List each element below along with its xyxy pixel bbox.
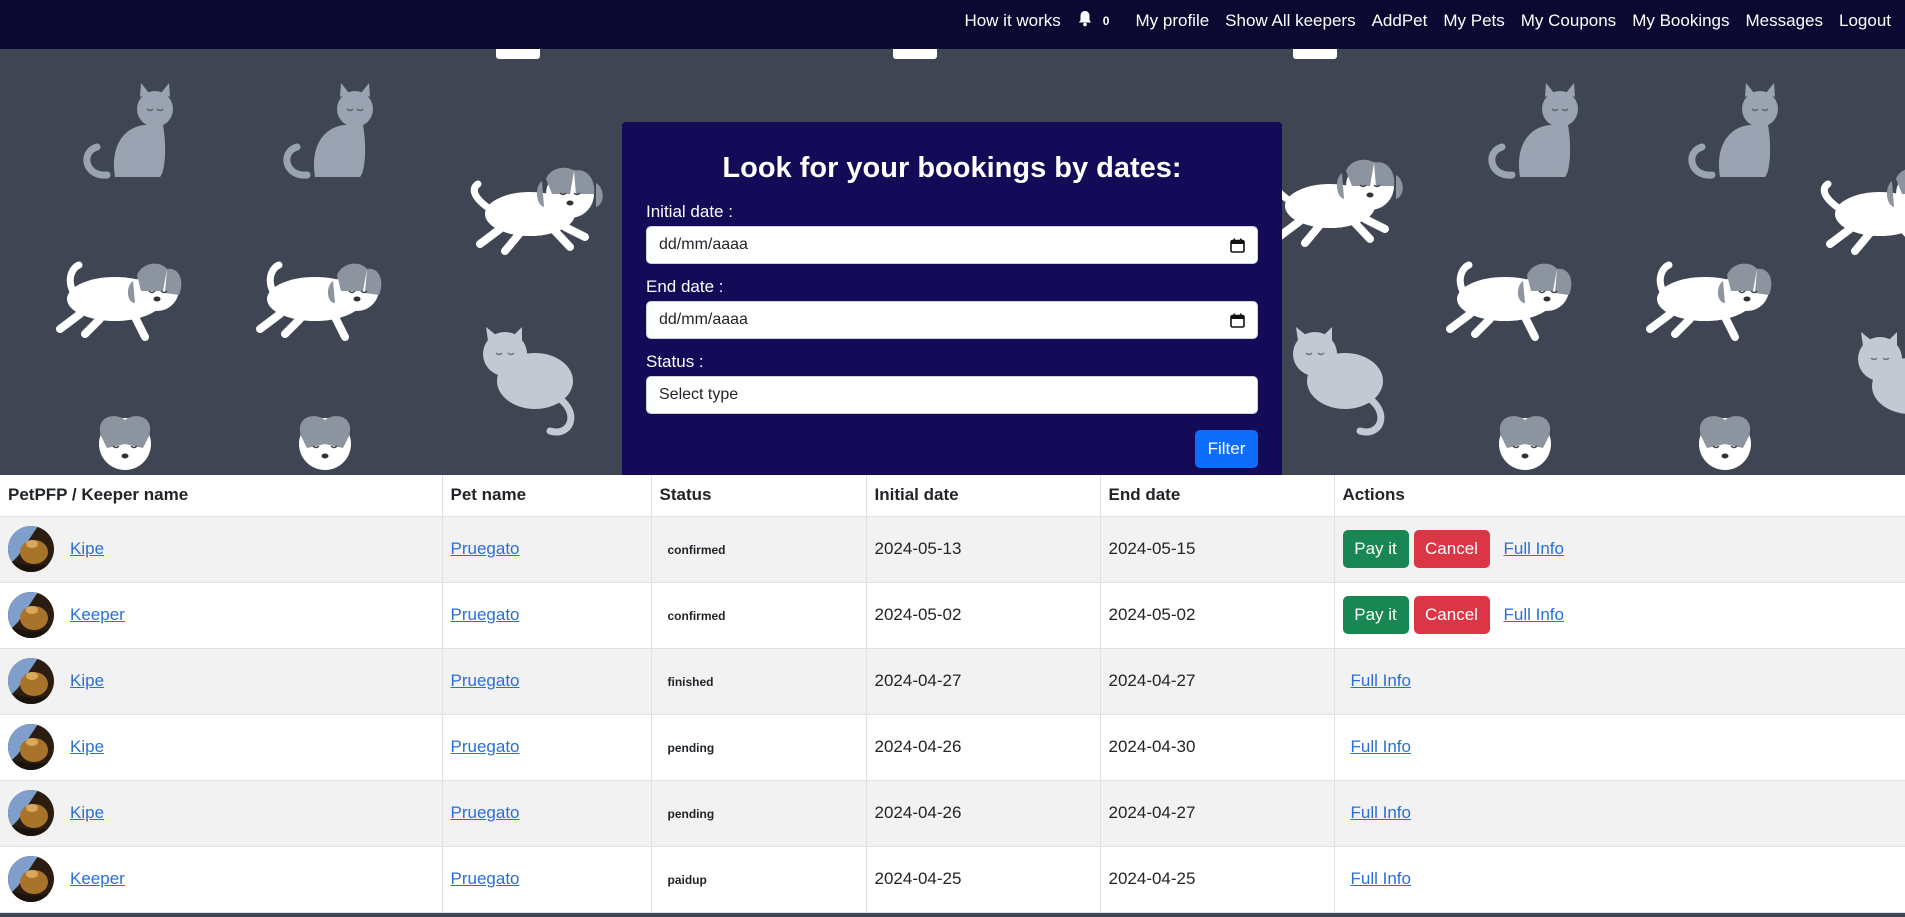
full-info-link[interactable]: Full Info	[1504, 539, 1564, 559]
keeper-link[interactable]: Kipe	[70, 671, 104, 691]
end-date-cell: 2024-04-27	[1100, 648, 1335, 715]
bookings-table-section: PetPFP / Keeper name Pet name Status Ini…	[0, 475, 1905, 917]
initial-date-cell: 2024-04-26	[866, 714, 1101, 781]
hero-section: Look for your bookings by dates: Initial…	[0, 49, 1905, 475]
status-badge: pending	[667, 741, 715, 755]
nav-my-bookings[interactable]: My Bookings	[1632, 11, 1729, 31]
cancel-button[interactable]: Cancel	[1413, 596, 1490, 634]
full-info-link[interactable]: Full Info	[1504, 605, 1564, 625]
calendar-icon[interactable]	[1230, 238, 1245, 253]
full-info-link[interactable]: Full Info	[1351, 737, 1411, 757]
initial-date-cell: 2024-04-27	[866, 648, 1101, 715]
pet-avatar	[8, 592, 54, 638]
keeper-link[interactable]: Kipe	[70, 803, 104, 823]
header-initial-date: Initial date	[866, 475, 1101, 517]
end-date-input[interactable]: dd/mm/aaaa	[646, 301, 1258, 339]
header-actions: Actions	[1334, 475, 1905, 517]
pay-button[interactable]: Pay it	[1342, 530, 1409, 568]
pet-link[interactable]: Pruegato	[451, 803, 520, 822]
status-badge: finished	[667, 675, 714, 689]
nav-notifications[interactable]: 0	[1077, 10, 1120, 32]
status-badge: paidup	[667, 873, 707, 887]
pet-avatar	[8, 790, 54, 836]
status-label: Status :	[646, 352, 704, 371]
header-keeper: PetPFP / Keeper name	[0, 475, 443, 517]
initial-date-cell: 2024-05-02	[866, 582, 1101, 649]
pay-button[interactable]: Pay it	[1342, 596, 1409, 634]
bookings-table: PetPFP / Keeper name Pet name Status Ini…	[0, 475, 1905, 913]
pet-avatar	[8, 856, 54, 902]
pet-link[interactable]: Pruegato	[451, 605, 520, 624]
end-date-value: dd/mm/aaaa	[659, 311, 748, 328]
table-header-row: PetPFP / Keeper name Pet name Status Ini…	[0, 475, 1905, 517]
full-info-link[interactable]: Full Info	[1351, 803, 1411, 823]
filter-title: Look for your bookings by dates:	[722, 152, 1182, 184]
table-row: Keeper Pruegato confirmed 2024-05-02 202…	[0, 582, 1905, 649]
initial-date-cell: 2024-04-25	[866, 846, 1101, 913]
end-date-cell: 2024-05-02	[1100, 582, 1335, 649]
initial-date-label: Initial date :	[646, 202, 733, 221]
pet-avatar	[8, 658, 54, 704]
booking-filter-panel: Look for your bookings by dates: Initial…	[622, 122, 1282, 475]
pet-link[interactable]: Pruegato	[451, 869, 520, 888]
header-status: Status	[651, 475, 867, 517]
status-badge: pending	[667, 807, 715, 821]
filter-button[interactable]: Filter	[1195, 430, 1258, 468]
nav-show-all-keepers[interactable]: Show All keepers	[1225, 11, 1355, 31]
status-select-value: Select type	[659, 386, 739, 403]
keeper-link[interactable]: Kipe	[70, 737, 104, 757]
pet-link[interactable]: Pruegato	[451, 539, 520, 558]
pet-avatar	[8, 526, 54, 572]
nav-my-coupons[interactable]: My Coupons	[1521, 11, 1616, 31]
full-info-link[interactable]: Full Info	[1351, 671, 1411, 691]
table-row: Kipe Pruegato confirmed 2024-05-13 2024-…	[0, 516, 1905, 583]
table-row: Keeper Pruegato paidup 2024-04-25 2024-0…	[0, 846, 1905, 913]
cancel-button[interactable]: Cancel	[1413, 530, 1490, 568]
status-select[interactable]: Select type	[646, 376, 1258, 414]
nav-logout[interactable]: Logout	[1839, 11, 1891, 31]
pet-avatar	[8, 724, 54, 770]
nav-list: How it works 0 My profile Show All keepe…	[956, 0, 1899, 41]
table-row: Kipe Pruegato pending 2024-04-26 2024-04…	[0, 714, 1905, 781]
table-row: Kipe Pruegato finished 2024-04-27 2024-0…	[0, 648, 1905, 715]
table-row: Kipe Pruegato pending 2024-04-26 2024-04…	[0, 780, 1905, 847]
nav-add-pet[interactable]: AddPet	[1372, 11, 1428, 31]
nav-messages[interactable]: Messages	[1746, 11, 1823, 31]
calendar-icon[interactable]	[1230, 313, 1245, 328]
initial-date-cell: 2024-04-26	[866, 780, 1101, 847]
full-info-link[interactable]: Full Info	[1351, 869, 1411, 889]
end-date-cell: 2024-04-25	[1100, 846, 1335, 913]
initial-date-value: dd/mm/aaaa	[659, 236, 748, 253]
pet-link[interactable]: Pruegato	[451, 737, 520, 756]
end-date-cell: 2024-04-30	[1100, 714, 1335, 781]
keeper-link[interactable]: Keeper	[70, 605, 125, 625]
initial-date-cell: 2024-05-13	[866, 516, 1101, 583]
header-pet-name: Pet name	[442, 475, 652, 517]
header-end-date: End date	[1100, 475, 1335, 517]
initial-date-input[interactable]: dd/mm/aaaa	[646, 226, 1258, 264]
filter-button-row: Filter	[646, 430, 1258, 468]
end-date-cell: 2024-04-27	[1100, 780, 1335, 847]
keeper-link[interactable]: Keeper	[70, 869, 125, 889]
end-date-label: End date :	[646, 277, 724, 296]
notification-count: 0	[1102, 13, 1110, 28]
bell-icon	[1077, 10, 1093, 32]
nav-my-pets[interactable]: My Pets	[1443, 11, 1504, 31]
nav-how-it-works[interactable]: How it works	[964, 11, 1060, 31]
pet-link[interactable]: Pruegato	[451, 671, 520, 690]
end-date-cell: 2024-05-15	[1100, 516, 1335, 583]
status-badge: confirmed	[667, 543, 726, 557]
top-navbar: How it works 0 My profile Show All keepe…	[0, 0, 1905, 49]
nav-my-profile[interactable]: My profile	[1135, 11, 1209, 31]
keeper-link[interactable]: Kipe	[70, 539, 104, 559]
status-badge: confirmed	[667, 609, 726, 623]
